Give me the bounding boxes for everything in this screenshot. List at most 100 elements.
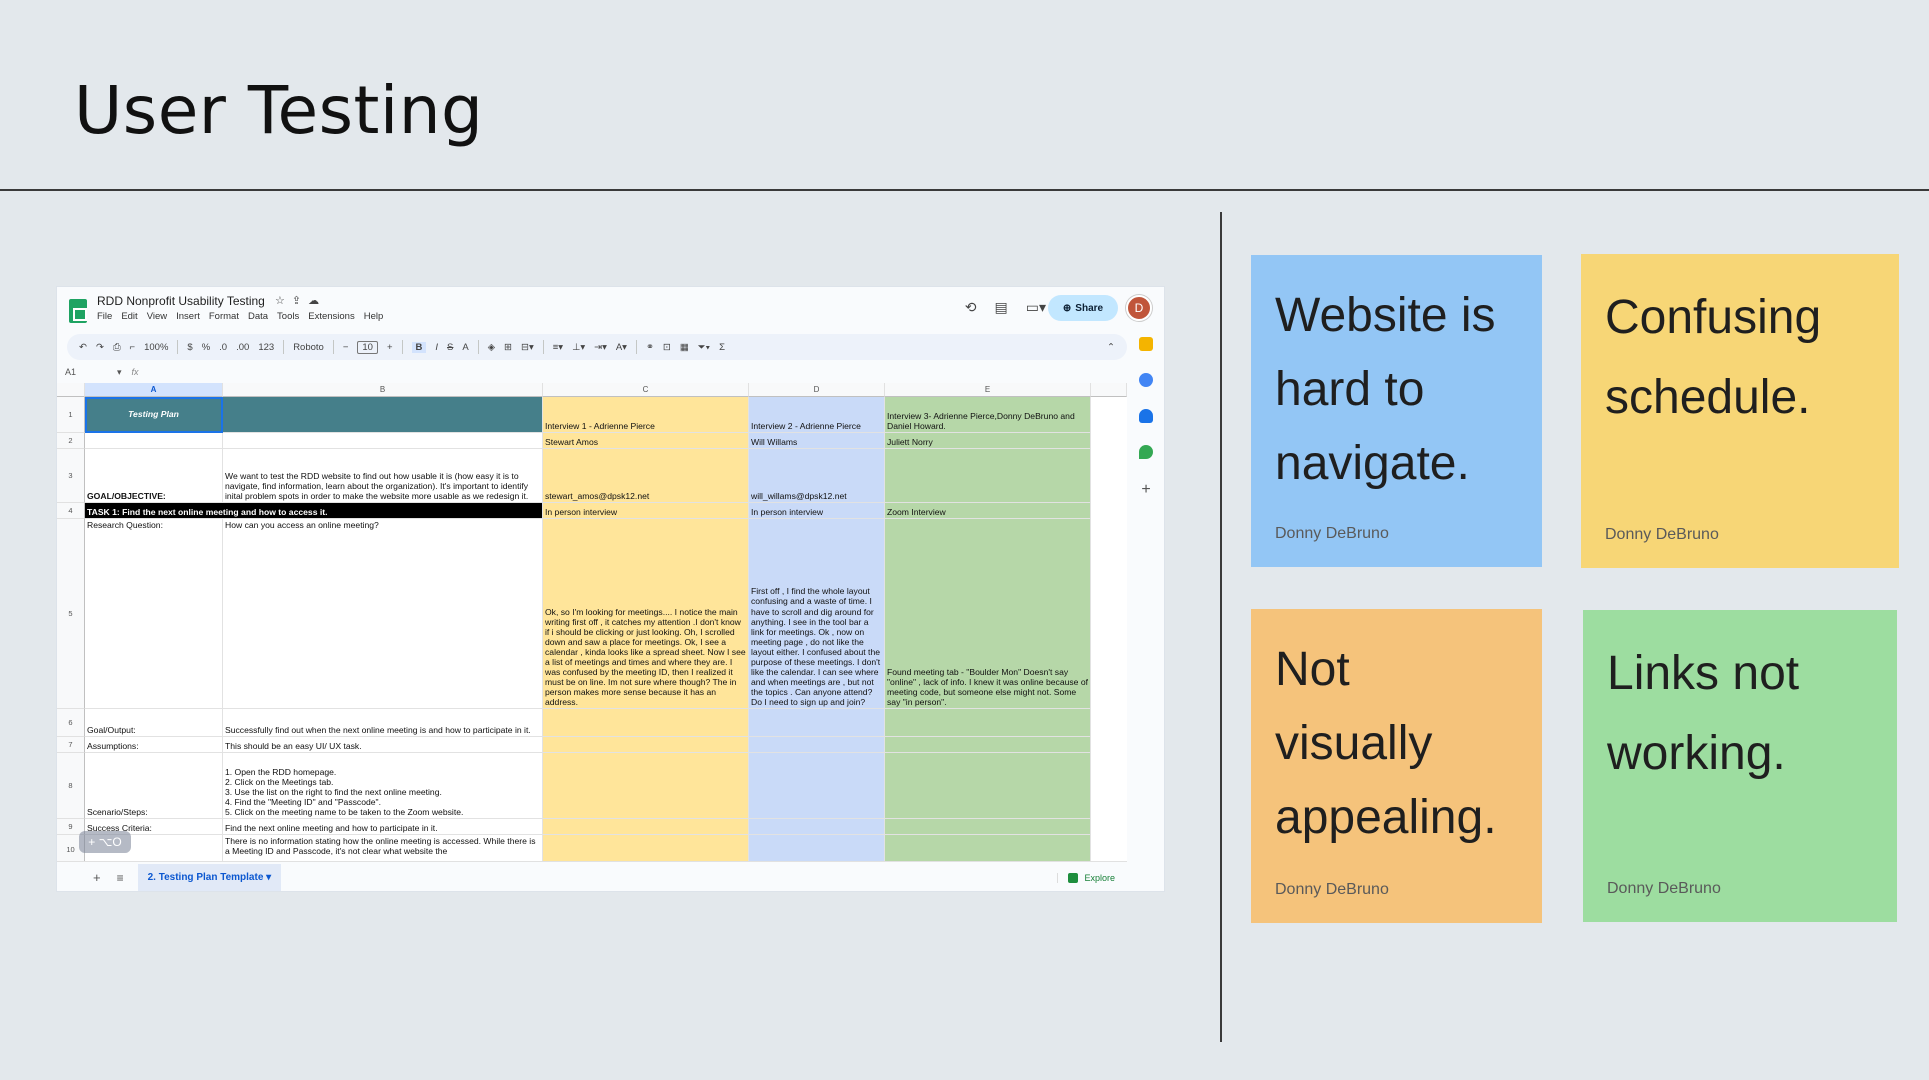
- row-header[interactable]: 4: [57, 503, 85, 519]
- keep-icon[interactable]: [1139, 337, 1153, 351]
- cell-b9[interactable]: Find the next online meeting and how to …: [223, 819, 543, 835]
- cell-c9[interactable]: [543, 819, 749, 835]
- star-icon[interactable]: ☆: [275, 295, 292, 307]
- cell-b5[interactable]: How can you access an online meeting?: [223, 519, 543, 709]
- cell-d8[interactable]: [749, 753, 885, 819]
- paint-format-icon[interactable]: ⌐: [130, 342, 136, 353]
- sheet-tab-testing-plan[interactable]: 2. Testing Plan Template ▾: [137, 864, 282, 891]
- cell-a3[interactable]: GOAL/OBJECTIVE:: [85, 449, 223, 503]
- text-color-button[interactable]: A: [462, 342, 468, 353]
- menu-file[interactable]: File: [97, 311, 112, 322]
- functions-button[interactable]: Σ: [719, 342, 725, 353]
- font-size-input[interactable]: 10: [357, 340, 378, 354]
- row-header[interactable]: 6: [57, 709, 85, 737]
- row-header[interactable]: 1: [57, 397, 85, 433]
- column-header-c[interactable]: C: [543, 383, 749, 397]
- menu-insert[interactable]: Insert: [176, 311, 200, 322]
- cell-e10[interactable]: [885, 835, 1091, 861]
- menu-format[interactable]: Format: [209, 311, 239, 322]
- font-size-decrease[interactable]: −: [343, 342, 349, 353]
- cell-c5[interactable]: Ok, so I'm looking for meetings.... I no…: [543, 519, 749, 709]
- sticky-note[interactable]: Links not working. Donny DeBruno: [1583, 610, 1897, 922]
- name-box[interactable]: A1: [57, 367, 117, 377]
- menu-tools[interactable]: Tools: [277, 311, 299, 322]
- currency-button[interactable]: $: [187, 342, 192, 353]
- video-call-icon[interactable]: ▭▾: [1026, 299, 1046, 316]
- increase-decimal-button[interactable]: .00: [236, 342, 249, 353]
- cell-b6[interactable]: Successfully find out when the next onli…: [223, 709, 543, 737]
- share-button[interactable]: ⊕ Share: [1048, 295, 1118, 321]
- link-icon[interactable]: ⚭: [646, 342, 654, 353]
- cell-d1[interactable]: Interview 2 - Adrienne Pierce: [749, 397, 885, 433]
- cell-b2[interactable]: [223, 433, 543, 449]
- merge-cells-icon[interactable]: ⊟▾: [521, 342, 534, 353]
- comment-icon[interactable]: ▤: [995, 299, 1008, 316]
- more-formats-button[interactable]: 123: [258, 342, 274, 353]
- explore-button[interactable]: Explore: [1057, 872, 1115, 883]
- decrease-decimal-button[interactable]: .0: [219, 342, 227, 353]
- maps-icon[interactable]: [1139, 445, 1153, 459]
- undo-icon[interactable]: ↶: [79, 342, 87, 353]
- cell-c7[interactable]: [543, 737, 749, 753]
- cell-a1[interactable]: Testing Plan: [85, 397, 223, 433]
- fill-color-icon[interactable]: ◈: [488, 342, 495, 353]
- cell-e8[interactable]: [885, 753, 1091, 819]
- cell-c2[interactable]: Stewart Amos: [543, 433, 749, 449]
- cell-e1[interactable]: Interview 3- Adrienne Pierce,Donny DeBru…: [885, 397, 1091, 433]
- vertical-align-icon[interactable]: ⊥▾: [572, 342, 585, 353]
- cell-d9[interactable]: [749, 819, 885, 835]
- cell-a6[interactable]: Goal/Output:: [85, 709, 223, 737]
- row-header[interactable]: 8: [57, 753, 85, 819]
- select-all-corner[interactable]: [57, 383, 85, 397]
- text-rotation-icon[interactable]: A▾: [616, 342, 627, 353]
- add-sheet-icon[interactable]: +: [93, 870, 101, 885]
- document-title[interactable]: RDD Nonprofit Usability Testing: [97, 294, 265, 308]
- insert-chart-icon[interactable]: ▦: [680, 342, 689, 353]
- cloud-icon[interactable]: ☁: [308, 295, 326, 307]
- font-size-increase[interactable]: +: [387, 342, 393, 353]
- avatar[interactable]: D: [1126, 295, 1152, 321]
- font-select[interactable]: Roboto: [293, 342, 324, 353]
- collapse-toolbar-icon[interactable]: ⌃: [1107, 342, 1115, 353]
- sticky-note[interactable]: Confusing schedule. Donny DeBruno: [1581, 254, 1899, 568]
- row-header[interactable]: 7: [57, 737, 85, 753]
- cell-d4[interactable]: In person interview: [749, 503, 885, 519]
- cell-c8[interactable]: [543, 753, 749, 819]
- column-header-b[interactable]: B: [223, 383, 543, 397]
- print-icon[interactable]: ⎙: [113, 342, 121, 353]
- cell-e6[interactable]: [885, 709, 1091, 737]
- sticky-note[interactable]: Website is hard to navigate. Donny DeBru…: [1251, 255, 1542, 567]
- cell-c6[interactable]: [543, 709, 749, 737]
- cell-b7[interactable]: This should be an easy UI/ UX task.: [223, 737, 543, 753]
- borders-icon[interactable]: ⊞: [504, 342, 512, 353]
- cell-c3[interactable]: stewart_amos@dpsk12.net: [543, 449, 749, 503]
- sticky-note[interactable]: Not visually appealing. Donny DeBruno: [1251, 609, 1542, 923]
- text-wrap-icon[interactable]: ⇥▾: [594, 342, 607, 353]
- history-icon[interactable]: ⟲: [965, 299, 977, 316]
- percent-button[interactable]: %: [202, 342, 210, 353]
- strikethrough-button[interactable]: S: [447, 342, 453, 353]
- cell-d7[interactable]: [749, 737, 885, 753]
- column-header-e[interactable]: E: [885, 383, 1091, 397]
- cell-a7[interactable]: Assumptions:: [85, 737, 223, 753]
- cell-e4[interactable]: Zoom Interview: [885, 503, 1091, 519]
- cell-d6[interactable]: [749, 709, 885, 737]
- row-header[interactable]: 5: [57, 519, 85, 709]
- cell-a4-task[interactable]: TASK 1: Find the next online meeting and…: [85, 503, 543, 519]
- quick-action-overlay[interactable]: + ⌥O: [79, 831, 131, 853]
- row-header[interactable]: 2: [57, 433, 85, 449]
- cell-c10[interactable]: [543, 835, 749, 861]
- cell-d10[interactable]: [749, 835, 885, 861]
- column-header-a[interactable]: A: [85, 383, 223, 397]
- redo-icon[interactable]: ↷: [96, 342, 104, 353]
- cell-c4[interactable]: In person interview: [543, 503, 749, 519]
- cell-e2[interactable]: Juliett Norry: [885, 433, 1091, 449]
- menu-extensions[interactable]: Extensions: [308, 311, 354, 322]
- cell-e3[interactable]: [885, 449, 1091, 503]
- menu-edit[interactable]: Edit: [121, 311, 137, 322]
- cell-e9[interactable]: [885, 819, 1091, 835]
- cell-b8[interactable]: 1. Open the RDD homepage. 2. Click on th…: [223, 753, 543, 819]
- add-addon-icon[interactable]: +: [1141, 481, 1150, 499]
- cell-a8[interactable]: Scenario/Steps:: [85, 753, 223, 819]
- cell-b1[interactable]: [223, 397, 543, 433]
